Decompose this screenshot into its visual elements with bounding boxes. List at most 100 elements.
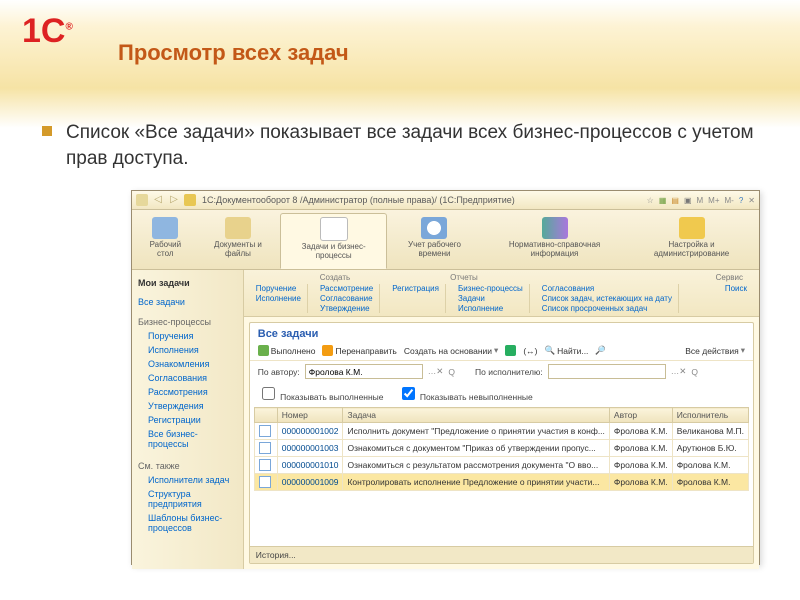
ribbon-link[interactable]: Бизнес-процессы (458, 284, 523, 293)
author-input[interactable] (305, 364, 423, 379)
ribbon-link[interactable]: Утверждение (320, 304, 373, 313)
ribbon-link[interactable]: Поручение (256, 284, 301, 293)
ribbon-link[interactable]: Согласование (320, 294, 373, 303)
m-minus[interactable]: М- (725, 196, 734, 205)
chk-label: Показывать выполненные (280, 392, 383, 402)
table-row[interactable]: 000000001010Ознакомиться с результатом р… (254, 457, 748, 474)
cell-author: Фролова К.М. (609, 474, 672, 491)
sidebar-item[interactable]: Утверждения (148, 399, 237, 413)
select-exec-icon[interactable]: Q (691, 367, 698, 377)
sidebar-item[interactable]: Ознакомления (148, 357, 237, 371)
favorite-icon[interactable] (184, 194, 196, 206)
done-button[interactable]: Выполнено (258, 345, 316, 356)
clear-exec-icon[interactable]: …✕ (671, 366, 687, 377)
cell-number: 000000001003 (277, 440, 343, 457)
author-label: По автору: (258, 367, 300, 377)
app-menu-icon[interactable] (136, 194, 148, 206)
btn-label: Найти... (557, 346, 588, 356)
doc-icon (259, 425, 271, 437)
close-icon[interactable]: ✕ (748, 196, 755, 205)
show-done-checkbox[interactable]: Показывать выполненные (258, 384, 384, 403)
m-plus[interactable]: М (697, 196, 704, 205)
create-based-button[interactable]: Создать на основании▾ (404, 345, 498, 356)
nav-desktop[interactable]: Рабочий стол (135, 213, 196, 269)
ribbon-link[interactable]: Список задач, истекающих на дату (542, 294, 672, 303)
sidebar-my-tasks[interactable]: Мои задачи (138, 276, 237, 290)
col-executor[interactable]: Исполнитель (672, 408, 748, 423)
app-window: ◁ ▷ 1С:Документооборот 8 /Администратор … (131, 190, 760, 565)
m-plus[interactable]: М+ (708, 196, 719, 205)
slide-bullet: Список «Все задачи» показывает все задач… (42, 120, 760, 171)
show-undone-checkbox[interactable]: Показывать невыполненные (398, 384, 533, 403)
select-author-icon[interactable]: Q (448, 367, 455, 377)
nav-back-icon[interactable]: ◁ (152, 194, 164, 206)
all-actions-button[interactable]: Все действия▾ (685, 345, 745, 356)
sidebar-item[interactable]: Все бизнес-процессы (148, 427, 237, 451)
sidebar-item[interactable]: Регистрации (148, 413, 237, 427)
help-icon[interactable]: ? (739, 196, 743, 205)
nav-label: Учет рабочего времени (394, 240, 475, 258)
table-row[interactable]: 000000001003Ознакомиться с документом "П… (254, 440, 748, 457)
doc-icon (259, 476, 271, 488)
nav-label: Документы и файлы (203, 240, 274, 258)
nav-tasks[interactable]: Задачи и бизнес-процессы (280, 213, 387, 269)
ribbon-link[interactable]: Исполнение (256, 294, 301, 303)
nav-timesheet[interactable]: Учет рабочего времени (387, 213, 482, 269)
btn-label: Выполнено (271, 346, 316, 356)
col-task[interactable]: Задача (343, 408, 609, 423)
tool-icon-2[interactable]: ▤ (671, 196, 679, 205)
executor-input[interactable] (548, 364, 666, 379)
ribbon-link[interactable]: Поиск (725, 284, 747, 293)
cell-author: Фролова К.М. (609, 440, 672, 457)
ribbon-link[interactable]: Исполнение (458, 304, 523, 313)
window-title: 1С:Документооборот 8 /Администратор (пол… (202, 195, 643, 205)
sidebar-item[interactable]: Исполнения (148, 343, 237, 357)
col-author[interactable]: Автор (609, 408, 672, 423)
main-panel: Все задачи Выполнено Перенаправить Созда… (249, 322, 754, 564)
refresh-button[interactable]: (↔) (523, 346, 537, 356)
find-button[interactable]: 🔍Найти... (544, 345, 588, 356)
btn-label: Создать на основании (404, 346, 492, 356)
sidebar-see-also: См. также (138, 459, 237, 473)
star-icon[interactable]: ☆ (647, 196, 654, 205)
table-row[interactable]: 000000001002Исполнить документ "Предложе… (254, 423, 748, 440)
cell-task: Контролировать исполнение Предложение о … (343, 474, 609, 491)
sidebar: Мои задачи Все задачи Бизнес-процессы По… (132, 270, 244, 569)
ribbon-link[interactable]: Рассмотрение (320, 284, 373, 293)
cell-executor: Арутюнов Б.Ю. (672, 440, 748, 457)
nav-documents[interactable]: Документы и файлы (196, 213, 281, 269)
task-grid[interactable]: Номер Задача Автор Исполнитель 000000001… (254, 407, 749, 546)
edit-button[interactable] (505, 345, 516, 356)
btn-label: История... (256, 550, 296, 560)
sidebar-item[interactable]: Исполнители задач (148, 473, 237, 487)
history-button[interactable]: История... (256, 550, 747, 560)
nav-admin[interactable]: Настройка и администрирование (627, 213, 756, 269)
sidebar-item[interactable]: Поручения (148, 329, 237, 343)
status-bar: История... (250, 546, 753, 563)
clear-author-icon[interactable]: …✕ (428, 366, 444, 377)
ribbon-link[interactable]: Согласования (542, 284, 672, 293)
cell-executor: Фролова К.М. (672, 457, 748, 474)
doc-icon (259, 442, 271, 454)
table-row[interactable]: 000000001009Контролировать исполнение Пр… (254, 474, 748, 491)
executor-label: По исполнителю: (475, 367, 543, 377)
tool-icon[interactable]: ▦ (659, 196, 667, 205)
col-number[interactable]: Номер (277, 408, 343, 423)
sidebar-item[interactable]: Шаблоны бизнес-процессов (148, 511, 237, 535)
sidebar-item[interactable]: Согласования (148, 371, 237, 385)
cell-task: Ознакомиться с документом "Приказ об утв… (343, 440, 609, 457)
ribbon-link[interactable]: Регистрация (392, 284, 439, 293)
nav-fwd-icon[interactable]: ▷ (168, 194, 180, 206)
nav-label: Задачи и бизнес-процессы (287, 242, 380, 260)
sidebar-item[interactable]: Рассмотрения (148, 385, 237, 399)
calc-icon[interactable]: ▣ (684, 196, 692, 205)
sidebar-all-tasks[interactable]: Все задачи (138, 295, 237, 309)
sidebar-item[interactable]: Структура предприятия (148, 487, 237, 511)
ribbon-link[interactable]: Задачи (458, 294, 523, 303)
main-nav: Рабочий стол Документы и файлы Задачи и … (132, 210, 759, 270)
redirect-button[interactable]: Перенаправить (322, 345, 396, 356)
clear-find-button[interactable]: 🔎 (595, 345, 606, 356)
nav-reference[interactable]: Нормативно-справочная информация (482, 213, 627, 269)
ribbon-group-label: Создать (320, 273, 350, 282)
ribbon-link[interactable]: Список просроченных задач (542, 304, 672, 313)
